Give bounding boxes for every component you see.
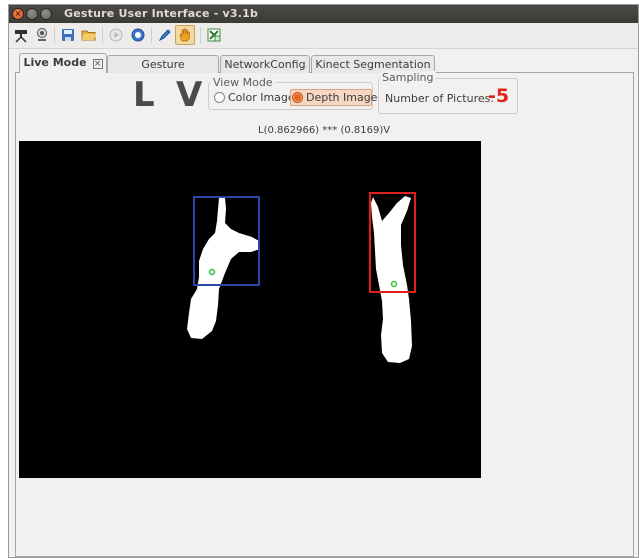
sampling-title: Sampling [380, 71, 436, 84]
tab-strip: Live Mode × Gesture Recognition NetworkCo… [15, 53, 634, 84]
toolbar-separator [54, 27, 55, 43]
open-folder-icon [81, 30, 96, 41]
pen-icon [158, 29, 171, 42]
title-bar: × Gesture User Interface - v3.1b [9, 5, 638, 23]
excel-export-icon [207, 28, 221, 42]
save-button[interactable] [60, 27, 76, 43]
confidence-readout: L(0.862966) *** (0.8169)V [258, 125, 391, 136]
toolbar [9, 23, 638, 49]
hand-icon [179, 28, 190, 42]
color-image-label[interactable]: Color Image [228, 91, 295, 104]
depth-image-canvas [187, 192, 416, 363]
right-hand-silhouette [371, 196, 412, 363]
tab-label: NetworkConfig [224, 58, 306, 71]
close-window-button[interactable]: × [12, 8, 24, 20]
pen-button[interactable] [157, 27, 173, 43]
tab-label: Kinect Segmentation [315, 58, 431, 71]
number-of-pictures-value: -5 [488, 85, 510, 107]
color-image-radio[interactable] [214, 92, 225, 103]
toolbar-separator [102, 27, 103, 43]
open-folder-button[interactable] [81, 27, 97, 43]
play-button[interactable] [108, 27, 124, 43]
view-mode-title: View Mode [211, 76, 275, 89]
toolbar-separator [151, 27, 152, 43]
camera-tripod-button[interactable] [13, 27, 29, 43]
stop-icon [131, 28, 145, 42]
tab-close-icon[interactable]: × [92, 59, 103, 69]
depth-video-frame [19, 141, 481, 478]
excel-export-button[interactable] [206, 27, 222, 43]
maximize-window-button[interactable] [40, 8, 52, 20]
window-title: Gesture User Interface - v3.1b [64, 7, 259, 20]
webcam-button[interactable] [34, 27, 50, 43]
right-hand-letter: V [176, 75, 203, 115]
webcam-icon [37, 28, 47, 41]
left-hand-silhouette [187, 198, 260, 339]
tab-label: Live Mode [23, 56, 87, 69]
save-icon [62, 29, 74, 41]
toolbar-separator [200, 27, 201, 43]
stop-button[interactable] [130, 27, 146, 43]
camera-tripod-icon [15, 30, 27, 43]
minimize-window-button[interactable] [26, 8, 38, 20]
depth-image-label[interactable]: Depth Image [306, 91, 377, 104]
hand-button[interactable] [175, 25, 195, 45]
play-icon [109, 28, 123, 42]
close-icon: × [14, 9, 22, 18]
tab-live-mode[interactable]: Live Mode × [19, 53, 107, 74]
number-of-pictures-label: Number of Pictures: [385, 92, 495, 105]
depth-image-radio[interactable] [292, 92, 303, 103]
tab-gesture-recognition[interactable]: Gesture Recognition [107, 55, 219, 84]
tab-network-config[interactable]: NetworkConfig [220, 55, 310, 73]
left-hand-letter: L [133, 75, 155, 115]
